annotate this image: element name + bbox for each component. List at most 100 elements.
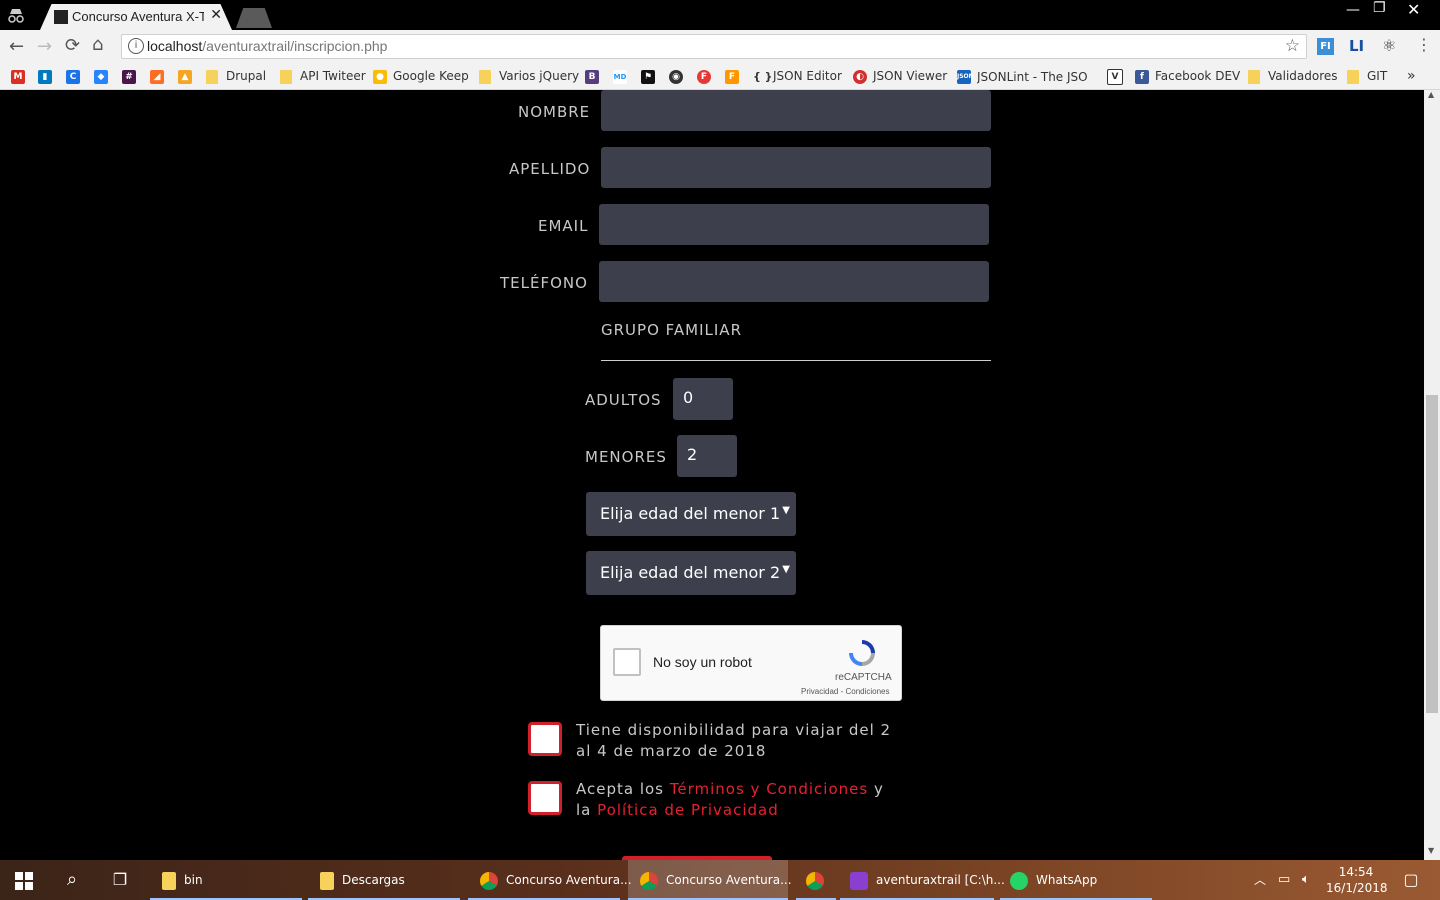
tab-close-icon[interactable]: ✕: [210, 7, 222, 23]
clock-time: 14:54: [1338, 865, 1374, 879]
keep-icon: ●: [373, 69, 387, 84]
bookmark-drupal[interactable]: Drupal: [206, 64, 266, 90]
bookmark-api-twiteer[interactable]: API Twiteer: [280, 64, 366, 90]
taskbar-descargas[interactable]: Descargas: [308, 860, 460, 900]
nombre-input[interactable]: [601, 90, 991, 131]
bookmark-trello-icon[interactable]: ▮: [38, 64, 58, 90]
select1-value: Elija edad del menor 1: [600, 504, 781, 523]
caret-down-icon: ▼: [782, 564, 790, 575]
clock[interactable]: 14:54 16/1/2018: [1326, 864, 1388, 896]
tab-title: Concurso Aventura X-Tra: [72, 9, 204, 24]
folder-icon: [206, 69, 218, 84]
bookmark-jsonlint[interactable]: JSON JSONLint - The JSON: [957, 64, 1087, 90]
extension-li-icon[interactable]: LI: [1349, 37, 1366, 55]
privacidad-link[interactable]: Política de Privacidad: [597, 801, 779, 819]
minimize-button[interactable]: —: [1346, 2, 1366, 22]
menores-label: MENORES: [585, 448, 667, 466]
bookmark-md-icon[interactable]: MD: [613, 64, 633, 90]
star-icon[interactable]: ☆: [1285, 36, 1300, 56]
notifications-icon[interactable]: ▢: [1396, 860, 1426, 900]
back-icon[interactable]: ←: [9, 36, 24, 57]
taskbar-bin[interactable]: bin: [150, 860, 302, 900]
edad-menor-1-select[interactable]: Elija edad del menor 1 ▼: [586, 492, 796, 536]
recaptcha-links[interactable]: Privacidad - Condiciones: [801, 687, 890, 696]
braces-icon: { }: [753, 69, 773, 83]
new-tab-button[interactable]: [236, 8, 272, 28]
bookmark-flag-icon[interactable]: ⚑: [641, 64, 661, 90]
telefono-label: TELÉFONO: [500, 274, 588, 292]
adultos-input[interactable]: 0: [673, 378, 733, 420]
edad-menor-2-select[interactable]: Elija edad del menor 2 ▼: [586, 551, 796, 595]
bookmark-validadores[interactable]: Validadores: [1248, 64, 1338, 90]
taskbar-chrome-incognito[interactable]: [796, 860, 836, 900]
volume-icon[interactable]: 🔈︎: [1302, 860, 1320, 900]
scroll-up-icon[interactable]: ▲: [1428, 90, 1434, 99]
scroll-down-icon[interactable]: ▼: [1428, 846, 1434, 855]
extension-react-icon[interactable]: ⚛: [1382, 36, 1396, 55]
bookmark-v-icon[interactable]: V: [1107, 64, 1129, 90]
terminos-checkbox[interactable]: [528, 781, 562, 815]
bookmark-slack-icon[interactable]: #: [122, 64, 142, 90]
folder-icon: [162, 871, 176, 890]
apellido-input[interactable]: [601, 147, 991, 188]
bookmark-f-orange-icon[interactable]: F: [725, 64, 745, 90]
taskbar-phpstorm[interactable]: aventuraxtrail [C:\h...: [840, 860, 1005, 900]
taskbar-whatsapp[interactable]: WhatsApp: [1000, 860, 1152, 900]
taskbar: ⌕ ❐ bin Descargas Concurso Aventura... C…: [0, 860, 1440, 900]
taskbar-chrome-2[interactable]: Concurso Aventura...: [628, 860, 792, 900]
email-input[interactable]: [599, 204, 989, 245]
disponibilidad-checkbox[interactable]: [528, 722, 562, 756]
forward-icon[interactable]: →: [37, 36, 52, 57]
facebook-icon: f: [1135, 69, 1149, 84]
adultos-label: ADULTOS: [585, 391, 662, 409]
email-label: EMAIL: [538, 217, 589, 235]
close-window-button[interactable]: ✕: [1407, 0, 1427, 20]
bookmark-chrome-icon[interactable]: ◉: [669, 64, 689, 90]
scroll-thumb[interactable]: [1426, 395, 1438, 713]
terminos-link[interactable]: Términos y Condiciones: [670, 780, 868, 798]
bookmark-c-icon[interactable]: C: [66, 64, 86, 90]
bookmark-varios-jquery[interactable]: Varios jQuery: [479, 64, 579, 90]
bookmarks-bar: M ▮ C ◆ # ◢ ▲ Drupal API Twiteer ● Google…: [0, 64, 1440, 90]
reload-icon[interactable]: ⟳: [65, 35, 80, 56]
bookmark-jira-icon[interactable]: ◆: [94, 64, 114, 90]
bookmark-json-viewer[interactable]: ◐ JSON Viewer: [853, 64, 947, 90]
bookmark-gitlab-icon[interactable]: ◢: [150, 64, 170, 90]
task-view-icon[interactable]: ❐: [96, 860, 144, 900]
menu-icon[interactable]: ⋮: [1416, 35, 1432, 54]
bookmark-git[interactable]: GIT: [1347, 64, 1387, 90]
bookmark-atlas-icon[interactable]: ▲: [178, 64, 198, 90]
recaptcha-logo-icon: [849, 640, 875, 666]
start-button[interactable]: [0, 860, 48, 900]
recaptcha-checkbox[interactable]: [613, 648, 641, 676]
chrome-icon: [640, 871, 658, 890]
terminos-text: Acepta los Términos y Condiciones y la P…: [576, 780, 884, 819]
bookmarks-more-button[interactable]: »: [1407, 64, 1416, 90]
bookmark-f-red-icon[interactable]: F: [697, 64, 717, 90]
page-scrollbar[interactable]: ▲ ▼: [1424, 90, 1440, 860]
extension-fi-icon[interactable]: FI: [1317, 38, 1334, 55]
search-icon[interactable]: ⌕: [48, 860, 96, 900]
folder-icon: [479, 69, 491, 84]
telefono-input[interactable]: [599, 261, 989, 302]
bookmark-json-editor[interactable]: { }JSON Editor: [753, 64, 842, 90]
address-bar[interactable]: i localhost/aventuraxtrail/inscripcion.p…: [121, 34, 1307, 59]
tray-chevron-icon[interactable]: ︿: [1254, 860, 1270, 900]
disponibilidad-text: Tiene disponibilidad para viajar del 2 a…: [576, 721, 892, 760]
taskbar-chrome-1[interactable]: Concurso Aventura...: [468, 860, 632, 900]
grupo-familiar-label: GRUPO FAMILIAR: [601, 321, 742, 339]
bookmark-google-keep[interactable]: ● Google Keep: [373, 64, 469, 90]
nombre-label: NOMBRE: [518, 103, 591, 121]
apellido-label: APELLIDO: [509, 160, 591, 178]
bookmark-facebook-dev[interactable]: f Facebook DEV: [1135, 64, 1240, 90]
restore-button[interactable]: ❐: [1373, 0, 1393, 20]
menores-input[interactable]: 2: [677, 435, 737, 477]
recaptcha-label: No soy un robot: [653, 654, 752, 670]
bookmark-bootstrap-icon[interactable]: B: [585, 64, 605, 90]
tab-concurso[interactable]: Concurso Aventura X-Tra ✕: [40, 4, 232, 30]
chrome-icon: [480, 871, 498, 890]
network-icon[interactable]: ▭: [1278, 860, 1296, 900]
home-icon[interactable]: ⌂: [92, 34, 103, 55]
bookmark-gmail-icon[interactable]: M: [11, 64, 31, 90]
page-content: NOMBRE APELLIDO EMAIL TELÉFONO GRUPO FAM…: [0, 90, 1424, 860]
